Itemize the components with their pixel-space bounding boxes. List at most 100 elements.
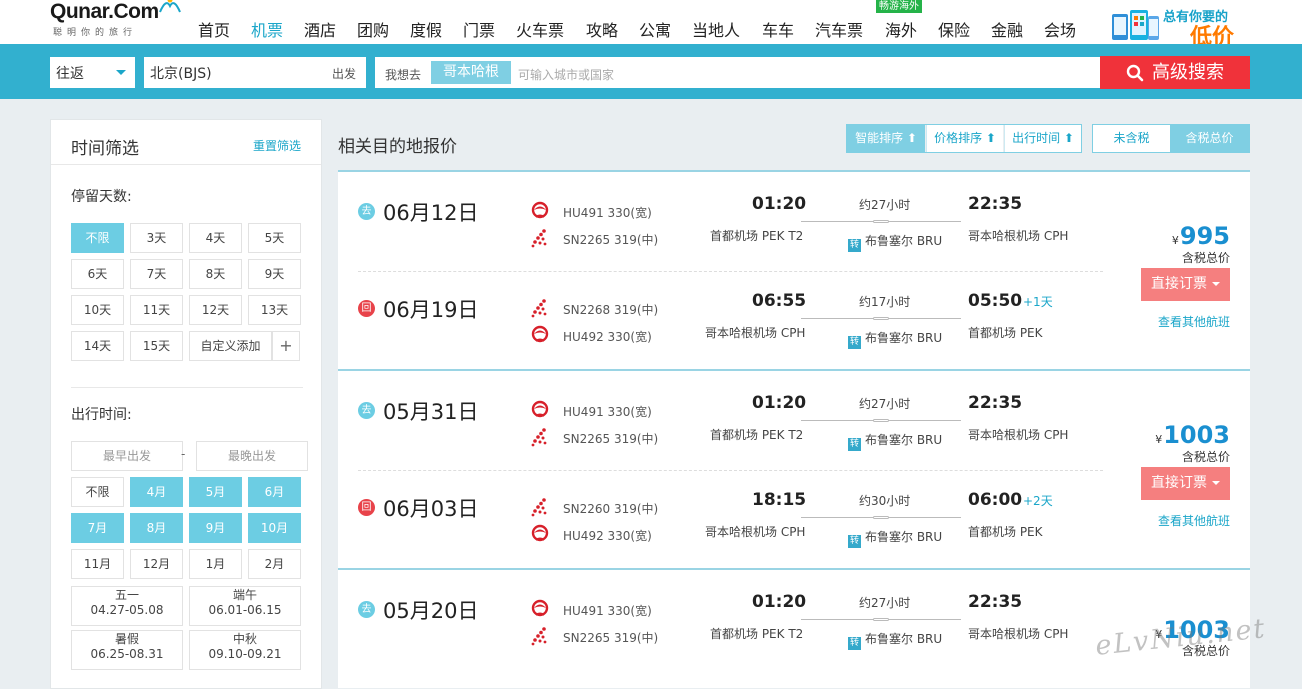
flight-number: SN2260 319(中) [563, 502, 659, 516]
nav-item-3[interactable]: 团购 [357, 17, 389, 41]
arrive-airport: 首都机场 PEK [968, 525, 1043, 539]
month-option[interactable]: 4月 [130, 477, 183, 507]
sort-price-button[interactable]: 价格排序 ⬆ [926, 125, 1003, 152]
stay-option[interactable]: 7天 [130, 259, 183, 289]
caret-down-icon [1212, 282, 1220, 286]
nav-item-1[interactable]: 机票 [251, 17, 283, 41]
month-option[interactable]: 2月 [248, 549, 301, 579]
month-option[interactable]: 10月 [248, 513, 301, 543]
nav-item-5[interactable]: 门票 [463, 17, 495, 41]
arrive-time: 22:35 [968, 592, 1023, 612]
result-card: 去 06月12日 HU491 330(宽) SN2265 319(中) 01:20 约27… [338, 170, 1250, 369]
tax-included-button[interactable]: 含税总价 [1170, 125, 1249, 152]
stay-option[interactable]: 6天 [71, 259, 124, 289]
nav-item-12[interactable]: 海外 [885, 17, 917, 41]
arrive-time: 05:50 [968, 291, 1023, 311]
hainan-airlines-icon [531, 201, 549, 219]
reset-filter-link[interactable]: 重置筛选 [253, 137, 301, 154]
nav-item-14[interactable]: 金融 [991, 17, 1023, 41]
month-option[interactable]: 7月 [71, 513, 124, 543]
stay-option[interactable]: 5天 [248, 223, 301, 253]
book-label: 直接订票 [1151, 276, 1207, 292]
depart-airport: 首都机场 PEK T2 [710, 229, 804, 243]
stay-option[interactable]: 8天 [189, 259, 242, 289]
trip-type-select[interactable]: 往返 [50, 57, 135, 88]
sort-time-button[interactable]: 出行时间 ⬆ [1004, 125, 1081, 152]
price: ¥995 [1172, 222, 1230, 250]
sort-smart-button[interactable]: 智能排序 ⬆ [847, 125, 925, 152]
tax-excluded-button[interactable]: 未含税 [1093, 125, 1170, 152]
return-marker: 回 [358, 300, 375, 317]
from-city-input[interactable]: 北京(BJS) 出发 [144, 57, 366, 88]
transfer-info: 转布鲁塞尔 BRU [848, 431, 942, 451]
nav-item-2[interactable]: 酒店 [304, 17, 336, 41]
holiday-option[interactable]: 五一 04.27-05.08 [71, 586, 183, 626]
return-marker: 回 [358, 499, 375, 516]
earliest-depart-input[interactable]: 最早出发 [71, 441, 183, 471]
stay-custom-button[interactable]: 自定义添加 [189, 331, 272, 361]
brussels-airlines-icon [531, 229, 547, 248]
arrive-airport: 哥本哈根机场 CPH [968, 627, 1069, 641]
nav-item-8[interactable]: 公寓 [639, 17, 671, 41]
month-option[interactable]: 11月 [71, 549, 124, 579]
stay-option[interactable]: 14天 [71, 331, 124, 361]
holiday-option[interactable]: 中秋 09.10-09.21 [189, 630, 301, 670]
stay-option[interactable]: 4天 [189, 223, 242, 253]
flight-number: HU492 330(宽) [563, 330, 652, 344]
month-option[interactable]: 1月 [189, 549, 242, 579]
route-line [801, 317, 961, 320]
nav-item-7[interactable]: 攻略 [586, 17, 618, 41]
nav-item-6[interactable]: 火车票 [516, 17, 564, 41]
trip-type-value: 往返 [56, 66, 84, 82]
book-button[interactable]: 直接订票 [1141, 467, 1230, 500]
flight-number: SN2268 319(中) [563, 303, 659, 317]
price-value: 1003 [1163, 421, 1230, 449]
stay-option[interactable]: 12天 [189, 295, 242, 325]
transfer-info: 转布鲁塞尔 BRU [848, 232, 942, 252]
add-plus-icon[interactable]: + [272, 331, 300, 361]
qunar-logo[interactable]: Qunar.Com 聪明你的旅行 [50, 0, 181, 37]
advanced-search-button[interactable]: 高级搜索 [1100, 56, 1250, 89]
holiday-name: 端午 [232, 588, 257, 602]
other-flights-link[interactable]: 查看其他航班 [1158, 313, 1230, 330]
destination-input[interactable]: 我想去 哥本哈根 可输入城市或国家 [375, 57, 1100, 88]
nav-item-0[interactable]: 首页 [198, 17, 230, 41]
arrive-time: 22:35 [968, 194, 1023, 214]
nav-item-15[interactable]: 会场 [1044, 17, 1076, 41]
book-button[interactable]: 直接订票 [1141, 268, 1230, 301]
month-option[interactable]: 5月 [189, 477, 242, 507]
arrive-time: 06:00 [968, 490, 1023, 510]
holiday-option[interactable]: 暑假 06.25-08.31 [71, 630, 183, 670]
latest-depart-input[interactable]: 最晚出发 [196, 441, 308, 471]
stay-option[interactable]: 13天 [248, 295, 301, 325]
month-option[interactable]: 12月 [130, 549, 183, 579]
results-title: 相关目的地报价 [338, 137, 457, 157]
month-option[interactable]: 6月 [248, 477, 301, 507]
other-flights-link[interactable]: 查看其他航班 [1158, 512, 1230, 529]
top-header: Qunar.Com 聪明你的旅行 首页 机票 酒店 团购 度假 门票 火车票 攻略 公寓 当地人车… [0, 0, 1302, 50]
phones-promo-icon[interactable] [1110, 8, 1160, 42]
brussels-airlines-icon [531, 299, 547, 318]
route-line-pill [873, 618, 889, 621]
nav-item-13[interactable]: 保险 [938, 17, 970, 41]
month-option[interactable]: 9月 [189, 513, 242, 543]
stay-option[interactable]: 9天 [248, 259, 301, 289]
caret-down-icon [116, 70, 126, 75]
nav-item-11[interactable]: 汽车票 [815, 17, 863, 41]
nav-item-9[interactable]: 当地人 [692, 17, 740, 41]
holiday-option[interactable]: 端午 06.01-06.15 [189, 586, 301, 626]
nav-item-4[interactable]: 度假 [410, 17, 442, 41]
stay-option[interactable]: 10天 [71, 295, 124, 325]
advanced-search-label: 高级搜索 [1152, 62, 1224, 83]
month-option[interactable]: 8月 [130, 513, 183, 543]
holiday-name: 暑假 [114, 632, 139, 646]
destination-chip[interactable]: 哥本哈根 [431, 61, 511, 84]
flight-duration: 约27小时 [859, 596, 911, 610]
stay-option[interactable]: 11天 [130, 295, 183, 325]
brussels-airlines-icon [531, 428, 547, 447]
stay-option[interactable]: 不限 [71, 223, 124, 253]
stay-option[interactable]: 15天 [130, 331, 183, 361]
month-option[interactable]: 不限 [71, 477, 124, 507]
nav-item-10[interactable]: 车车 [762, 17, 794, 41]
stay-option[interactable]: 3天 [130, 223, 183, 253]
